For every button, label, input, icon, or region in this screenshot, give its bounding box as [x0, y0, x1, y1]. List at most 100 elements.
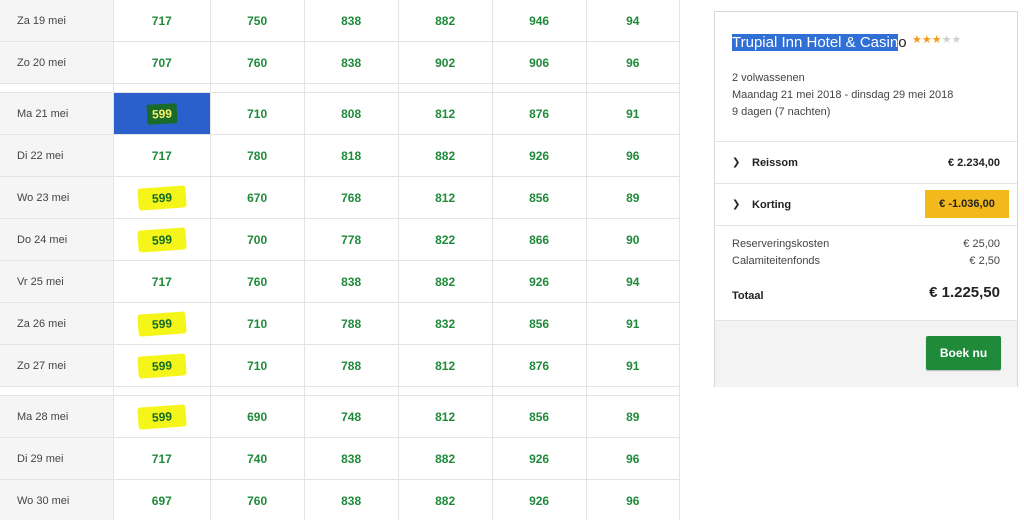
date-cell: Za 19 mei: [0, 0, 114, 42]
calamiteiten-label: Calamiteitenfonds: [732, 255, 821, 267]
price-cell[interactable]: 822: [398, 218, 493, 261]
price-cell[interactable]: 710: [210, 92, 305, 135]
price-cell[interactable]: 788: [304, 302, 399, 345]
price-cell[interactable]: 94: [586, 0, 680, 42]
price-cell[interactable]: 946: [492, 0, 587, 42]
price-cell[interactable]: 788: [304, 344, 399, 387]
guests-text: 2 volwassenen: [732, 72, 805, 84]
price-cell[interactable]: 760: [210, 41, 305, 84]
table-row: Vr 25 mei 717 760 838 882 926 94: [0, 260, 680, 303]
price-cell[interactable]: 856: [492, 176, 587, 219]
price-cell[interactable]: 812: [398, 344, 493, 387]
price-cell[interactable]: 96: [586, 41, 680, 84]
price-cell[interactable]: 96: [586, 437, 680, 480]
hotel-name[interactable]: Trupial Inn Hotel & Casino: [732, 34, 907, 51]
divider: [715, 141, 1017, 142]
price-cell[interactable]: 926: [492, 437, 587, 480]
price-cell[interactable]: 707: [113, 41, 211, 84]
hotel-name-rest-text: o: [898, 34, 907, 51]
price-cell[interactable]: 832: [398, 302, 493, 345]
price-cell[interactable]: 838: [304, 260, 399, 303]
table-row: Zo 20 mei 707 760 838 902 906 96: [0, 41, 680, 84]
price-cell[interactable]: 91: [586, 92, 680, 135]
price-cell[interactable]: 902: [398, 41, 493, 84]
price-cell[interactable]: 96: [586, 479, 680, 520]
price-cell[interactable]: 882: [398, 437, 493, 480]
price-cell[interactable]: 778: [304, 218, 399, 261]
price-cell[interactable]: 91: [586, 344, 680, 387]
star-filled-icon: ★: [921, 34, 932, 46]
price-cell[interactable]: 96: [586, 134, 680, 177]
price-cell[interactable]: 89: [586, 176, 680, 219]
price-cell[interactable]: 670: [210, 176, 305, 219]
price-cell[interactable]: 808: [304, 92, 399, 135]
price-cell[interactable]: 856: [492, 395, 587, 438]
price-cell[interactable]: 812: [398, 176, 493, 219]
price-cell[interactable]: 780: [210, 134, 305, 177]
price-cell[interactable]: 812: [398, 395, 493, 438]
price-cell[interactable]: 697: [113, 479, 211, 520]
highlighted-price-cell[interactable]: 599: [113, 344, 211, 387]
price-cell[interactable]: 882: [398, 479, 493, 520]
price-cell[interactable]: 876: [492, 92, 587, 135]
price-cell[interactable]: 876: [492, 344, 587, 387]
price-cell[interactable]: 740: [210, 437, 305, 480]
highlighted-price-cell[interactable]: 599: [113, 395, 211, 438]
table-row: Zo 27 mei 599 710 788 812 876 91: [0, 344, 680, 387]
highlighted-price-cell[interactable]: 599: [113, 218, 211, 261]
price-cell[interactable]: 748: [304, 395, 399, 438]
date-cell: Ma 21 mei: [0, 92, 114, 135]
price-cell[interactable]: 760: [210, 479, 305, 520]
price-cell[interactable]: 906: [492, 41, 587, 84]
star-empty-icon: ★: [951, 34, 962, 46]
price-cell[interactable]: 926: [492, 134, 587, 177]
price-cell[interactable]: 926: [492, 260, 587, 303]
date-cell: Di 22 mei: [0, 134, 114, 177]
price-cell[interactable]: 882: [398, 260, 493, 303]
highlighted-price-cell[interactable]: 599: [113, 302, 211, 345]
star-empty-icon: ★: [941, 34, 952, 46]
price-cell[interactable]: 882: [398, 0, 493, 42]
star-rating: ★★★★★: [912, 33, 961, 46]
price-cell[interactable]: 90: [586, 218, 680, 261]
price-cell[interactable]: 838: [304, 41, 399, 84]
price-cell[interactable]: 760: [210, 260, 305, 303]
price-cell[interactable]: 866: [492, 218, 587, 261]
price-cell[interactable]: 768: [304, 176, 399, 219]
price-cell[interactable]: 812: [398, 92, 493, 135]
table-row: Za 19 mei 717 750 838 882 946 94: [0, 0, 680, 42]
price-cell[interactable]: 94: [586, 260, 680, 303]
price-cell[interactable]: 856: [492, 302, 587, 345]
highlighted-price-cell[interactable]: 599: [113, 176, 211, 219]
date-cell: Zo 27 mei: [0, 344, 114, 387]
week-separator: [0, 83, 680, 93]
price-table: Za 19 mei 717 750 838 882 946 94 Zo 20 m…: [0, 0, 680, 520]
price-cell[interactable]: 717: [113, 260, 211, 303]
price-cell[interactable]: 710: [210, 344, 305, 387]
price-cell[interactable]: 91: [586, 302, 680, 345]
price-cell[interactable]: 717: [113, 0, 211, 42]
price-cell[interactable]: 710: [210, 302, 305, 345]
price-cell[interactable]: 838: [304, 0, 399, 42]
book-now-button[interactable]: Boek nu: [926, 336, 1001, 370]
korting-value: € -1.036,00: [925, 190, 1009, 218]
chevron-down-icon: ❯: [732, 157, 741, 168]
price-cell[interactable]: 882: [398, 134, 493, 177]
price-cell[interactable]: 717: [113, 134, 211, 177]
price-cell[interactable]: 89: [586, 395, 680, 438]
price-cell[interactable]: 838: [304, 479, 399, 520]
price-cell[interactable]: 717: [113, 437, 211, 480]
calamiteiten-value: € 2,50: [969, 255, 1000, 267]
selected-price-cell[interactable]: 599: [113, 92, 211, 135]
price-cell[interactable]: 818: [304, 134, 399, 177]
price-cell[interactable]: 838: [304, 437, 399, 480]
price-cell[interactable]: 700: [210, 218, 305, 261]
date-cell: Wo 30 mei: [0, 479, 114, 520]
price-grid: Za 19 mei 717 750 838 882 946 94 Zo 20 m…: [0, 0, 680, 520]
price-cell[interactable]: 926: [492, 479, 587, 520]
date-cell: Vr 25 mei: [0, 260, 114, 303]
price-cell[interactable]: 690: [210, 395, 305, 438]
price-cell[interactable]: 750: [210, 0, 305, 42]
table-row: Di 29 mei 717 740 838 882 926 96: [0, 437, 680, 480]
highlight-marker: 599: [137, 403, 187, 430]
